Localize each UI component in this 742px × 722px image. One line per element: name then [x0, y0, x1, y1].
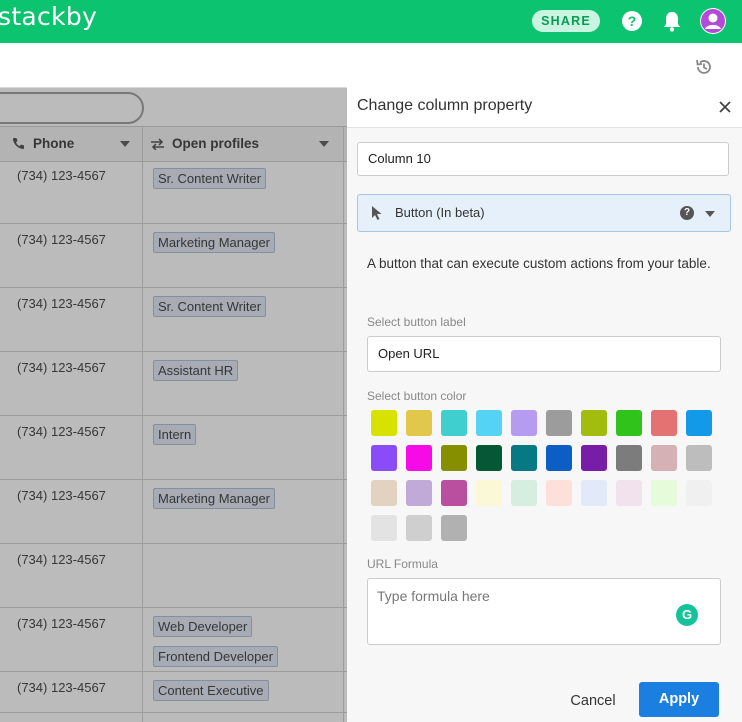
color-swatch[interactable] — [476, 445, 502, 471]
button-label-input[interactable]: Open URL — [367, 336, 721, 372]
color-swatch[interactable] — [616, 480, 642, 506]
color-swatch[interactable] — [616, 410, 642, 436]
color-swatch[interactable] — [686, 445, 712, 471]
panel-header: Change column property — [347, 87, 742, 128]
close-icon[interactable] — [716, 98, 734, 116]
color-swatch[interactable] — [406, 515, 432, 541]
toolbar — [0, 43, 742, 88]
column-type-select[interactable]: Button (In beta) ? — [357, 194, 731, 232]
bell-icon[interactable] — [662, 10, 682, 32]
color-swatch[interactable] — [581, 480, 607, 506]
panel-body: Column 10 Button (In beta) ? A button th… — [347, 128, 742, 722]
user-avatar-icon[interactable] — [700, 8, 726, 34]
apply-button[interactable]: Apply — [639, 682, 719, 717]
cursor-icon — [372, 206, 382, 220]
url-formula-heading: URL Formula — [367, 557, 438, 571]
column-property-panel: Change column property Column 10 Button … — [347, 87, 742, 722]
color-swatch[interactable] — [511, 480, 537, 506]
color-swatch[interactable] — [371, 445, 397, 471]
history-icon[interactable] — [694, 57, 714, 77]
column-type-description: A button that can execute custom actions… — [367, 256, 711, 271]
color-swatch[interactable] — [581, 445, 607, 471]
url-formula-input[interactable]: Type formula here G — [367, 578, 721, 645]
chevron-down-icon[interactable] — [705, 211, 715, 217]
color-swatch[interactable] — [371, 515, 397, 541]
formula-placeholder: Type formula here — [377, 588, 490, 604]
color-swatch[interactable] — [441, 480, 467, 506]
color-swatch[interactable] — [406, 480, 432, 506]
color-swatch[interactable] — [686, 480, 712, 506]
color-swatch[interactable] — [476, 480, 502, 506]
button-label-heading: Select button label — [367, 315, 466, 329]
color-swatch[interactable] — [511, 410, 537, 436]
top-bar: stackby SHARE ? — [0, 0, 742, 43]
help-icon[interactable]: ? — [622, 11, 642, 31]
color-swatch[interactable] — [371, 480, 397, 506]
color-swatch[interactable] — [371, 410, 397, 436]
color-swatch[interactable] — [546, 410, 572, 436]
panel-title: Change column property — [357, 97, 533, 114]
color-swatch[interactable] — [651, 445, 677, 471]
button-color-heading: Select button color — [367, 389, 467, 403]
color-swatch[interactable] — [651, 480, 677, 506]
color-swatch[interactable] — [406, 445, 432, 471]
help-icon[interactable]: ? — [680, 206, 694, 220]
color-swatch[interactable] — [476, 410, 502, 436]
color-swatch[interactable] — [406, 410, 432, 436]
color-swatch[interactable] — [546, 445, 572, 471]
color-swatch[interactable] — [616, 445, 642, 471]
column-name-input[interactable]: Column 10 — [357, 142, 729, 176]
color-swatch[interactable] — [441, 445, 467, 471]
share-button[interactable]: SHARE — [532, 10, 600, 32]
grammarly-icon[interactable]: G — [676, 604, 698, 626]
column-type-label: Button (In beta) — [395, 205, 485, 220]
color-swatch[interactable] — [581, 410, 607, 436]
color-swatch[interactable] — [441, 515, 467, 541]
cancel-button[interactable]: Cancel — [562, 689, 624, 713]
color-swatch[interactable] — [511, 445, 537, 471]
color-swatch[interactable] — [651, 410, 677, 436]
color-swatch[interactable] — [546, 480, 572, 506]
color-swatch[interactable] — [441, 410, 467, 436]
color-swatch[interactable] — [686, 410, 712, 436]
app-logo[interactable]: stackby — [0, 2, 97, 31]
modal-backdrop[interactable] — [0, 88, 347, 722]
